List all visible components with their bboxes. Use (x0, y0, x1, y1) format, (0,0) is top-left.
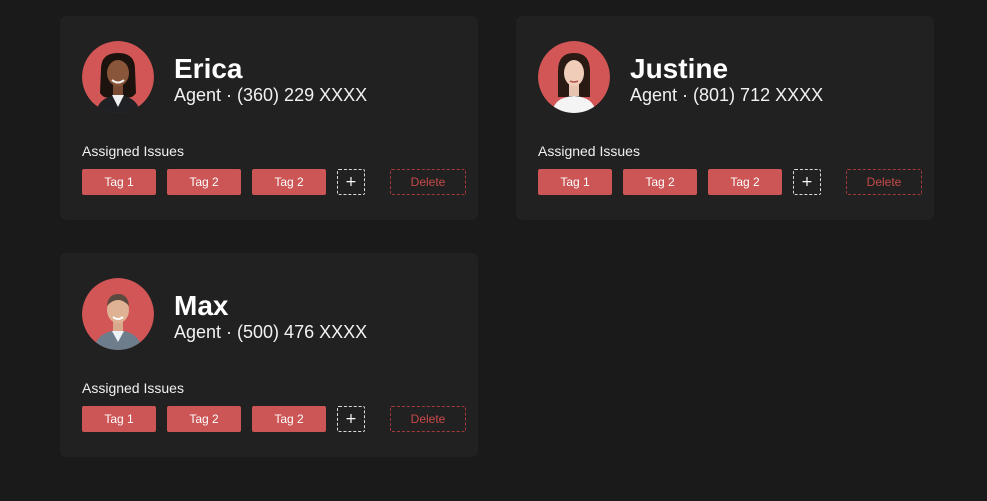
tag-button[interactable]: Tag 1 (82, 406, 156, 432)
tag-button[interactable]: Tag 1 (538, 169, 612, 195)
tag-button[interactable]: Tag 2 (708, 169, 782, 195)
tag-button[interactable]: Tag 2 (167, 169, 241, 195)
agent-card-max: Max Agent · (500) 476 XXXX Assigned Issu… (60, 253, 478, 457)
delete-button[interactable]: Delete (390, 406, 466, 432)
tag-button[interactable]: Tag 2 (167, 406, 241, 432)
assigned-issues-label: Assigned Issues (82, 143, 184, 159)
agent-role-phone: Agent · (801) 712 XXXX (630, 85, 824, 105)
add-tag-button[interactable]: + (337, 169, 365, 195)
tag-button[interactable]: Tag 2 (252, 169, 326, 195)
agent-name: Erica (174, 53, 243, 84)
assigned-issues-label: Assigned Issues (82, 380, 184, 396)
delete-button[interactable]: Delete (390, 169, 466, 195)
agent-role-phone: Agent · (500) 476 XXXX (174, 322, 368, 342)
tag-button[interactable]: Tag 1 (82, 169, 156, 195)
avatar (82, 41, 154, 113)
avatar (538, 41, 610, 113)
agent-card-justine: Justine Agent · (801) 712 XXXX Assigned … (516, 16, 934, 220)
avatar (82, 278, 154, 350)
assigned-issues-label: Assigned Issues (538, 143, 640, 159)
agent-name: Max (174, 290, 229, 321)
tag-button[interactable]: Tag 2 (252, 406, 326, 432)
agent-card-erica: Erica Agent · (360) 229 XXXX Assigned Is… (60, 16, 478, 220)
add-tag-button[interactable]: + (337, 406, 365, 432)
delete-button[interactable]: Delete (846, 169, 922, 195)
agent-role-phone: Agent · (360) 229 XXXX (174, 85, 368, 105)
tag-button[interactable]: Tag 2 (623, 169, 697, 195)
add-tag-button[interactable]: + (793, 169, 821, 195)
agent-name: Justine (630, 53, 729, 84)
